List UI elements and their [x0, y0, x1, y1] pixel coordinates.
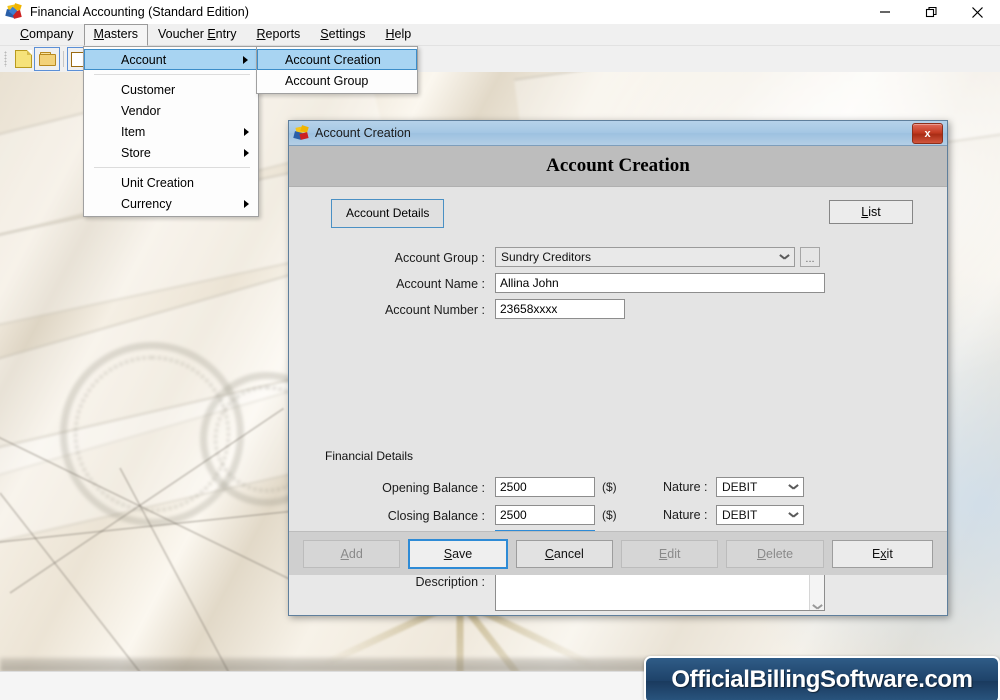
dialog-body: Account Details List Account Group : Sun…	[289, 187, 947, 611]
cancel-button[interactable]: Cancel	[515, 539, 614, 568]
opening-balance-currency: ($)	[602, 480, 617, 494]
save-button[interactable]: Save	[408, 538, 508, 569]
toolbar-grip[interactable]	[4, 51, 7, 67]
closing-nature-value: DEBIT	[722, 508, 758, 522]
account-submenu: Account Creation Account Group	[256, 46, 418, 94]
menu-item-label: Unit Creation	[121, 175, 194, 190]
opening-nature-value: DEBIT	[722, 480, 758, 494]
closing-nature-label: Nature :	[663, 508, 708, 522]
menu-reports[interactable]: Reports	[247, 24, 311, 45]
opening-balance-label: Opening Balance :	[382, 481, 485, 495]
close-icon[interactable]	[954, 0, 1000, 24]
dialog-banner: Account Creation	[289, 146, 947, 187]
watermark-badge: OfficialBillingSoftware.com	[644, 656, 1000, 700]
menu-item-label: Currency	[121, 196, 172, 211]
closing-balance-currency: ($)	[602, 508, 617, 522]
dialog-button-bar: Add Save Cancel Edit Delete Exit	[289, 531, 947, 575]
chevron-down-icon	[780, 254, 788, 259]
masters-dropdown-menu: Account Customer Vendor Item Store Unit …	[83, 46, 259, 217]
menu-item-unit-creation[interactable]: Unit Creation	[84, 172, 258, 193]
submenu-arrow-icon	[243, 55, 248, 64]
pinwheel-app-icon	[293, 124, 310, 141]
toolbar-separator	[63, 51, 64, 67]
exit-button[interactable]: Exit	[831, 539, 934, 568]
menu-item-account-creation[interactable]: Account Creation	[257, 49, 417, 70]
account-group-value: Sundry Creditors	[501, 250, 592, 264]
menu-masters[interactable]: Masters	[83, 23, 148, 46]
menu-item-label: Account Group	[285, 73, 369, 88]
delete-button[interactable]: Delete	[726, 539, 824, 568]
account-group-browse-button[interactable]: ...	[800, 247, 820, 267]
menu-item-account[interactable]: Account	[84, 49, 258, 70]
account-group-select[interactable]: Sundry Creditors	[495, 247, 795, 267]
menu-separator	[94, 74, 250, 75]
chevron-down-icon	[789, 512, 797, 517]
account-group-label: Account Group :	[394, 251, 485, 265]
menu-item-currency[interactable]: Currency	[84, 193, 258, 214]
watermark-text: OfficialBillingSoftware.com	[671, 666, 973, 693]
opening-nature-select[interactable]: DEBIT	[716, 477, 804, 497]
chevron-down-icon	[789, 484, 797, 489]
menu-company[interactable]: Company	[10, 24, 84, 45]
menu-voucher-entry[interactable]: Voucher Entry	[148, 24, 247, 45]
list-button[interactable]: List	[829, 200, 913, 224]
status-bar: OfficialBillingSoftware.com	[0, 656, 1000, 700]
opening-balance-input[interactable]: 2500	[495, 477, 595, 497]
menu-item-vendor[interactable]: Vendor	[84, 100, 258, 121]
closing-nature-select[interactable]: DEBIT	[716, 505, 804, 525]
menu-item-label: Account	[121, 52, 167, 67]
open-folder-icon[interactable]	[34, 47, 60, 71]
edit-button[interactable]: Edit	[621, 539, 719, 568]
add-button[interactable]: Add	[303, 539, 401, 568]
dialog-heading: Account Creation	[546, 155, 690, 176]
window-controls	[862, 0, 1000, 24]
submenu-arrow-icon	[244, 199, 249, 208]
account-creation-dialog: Account Creation x Account Creation Acco…	[288, 120, 948, 616]
application-window: Financial Accounting (Standard Edition) …	[0, 0, 1000, 700]
closing-balance-input[interactable]: 2500	[495, 505, 595, 525]
menu-item-account-group[interactable]: Account Group	[257, 70, 417, 91]
closing-balance-label: Closing Balance :	[387, 509, 485, 523]
minimize-icon[interactable]	[862, 0, 908, 24]
window-title: Financial Accounting (Standard Edition)	[30, 5, 249, 19]
menu-item-store[interactable]: Store	[84, 142, 258, 163]
menu-item-label: Vendor	[121, 103, 161, 118]
menu-separator	[94, 167, 250, 168]
menu-item-label: Account Creation	[285, 52, 381, 67]
account-number-label: Account Number :	[384, 303, 485, 317]
account-number-input[interactable]: 23658xxxx	[495, 299, 625, 319]
submenu-arrow-icon	[244, 148, 249, 157]
dialog-close-icon[interactable]: x	[912, 123, 943, 144]
financial-details-legend: Financial Details	[325, 449, 414, 463]
account-name-input[interactable]: Allina John	[495, 273, 825, 293]
description-label: Description :	[415, 575, 485, 589]
menu-help[interactable]: Help	[375, 24, 421, 45]
account-name-label: Account Name :	[396, 277, 485, 291]
scroll-down-icon[interactable]	[813, 602, 822, 608]
menu-item-label: Customer	[121, 82, 176, 97]
pinwheel-app-icon	[5, 3, 24, 20]
submenu-arrow-icon	[244, 127, 249, 136]
dialog-title: Account Creation	[315, 126, 411, 140]
tab-account-details[interactable]: Account Details	[331, 199, 445, 228]
menu-item-item[interactable]: Item	[84, 121, 258, 142]
new-document-icon[interactable]	[11, 48, 35, 70]
menu-item-label: Item	[121, 124, 146, 139]
opening-nature-label: Nature :	[663, 480, 708, 494]
menu-item-label: Store	[121, 145, 151, 160]
menu-item-customer[interactable]: Customer	[84, 79, 258, 100]
menu-bar: Company Masters Voucher Entry Reports Se…	[0, 23, 1000, 46]
menu-settings[interactable]: Settings	[310, 24, 375, 45]
window-titlebar: Financial Accounting (Standard Edition)	[0, 0, 1000, 25]
dialog-titlebar: Account Creation x	[289, 121, 947, 146]
maximize-icon[interactable]	[908, 0, 954, 24]
